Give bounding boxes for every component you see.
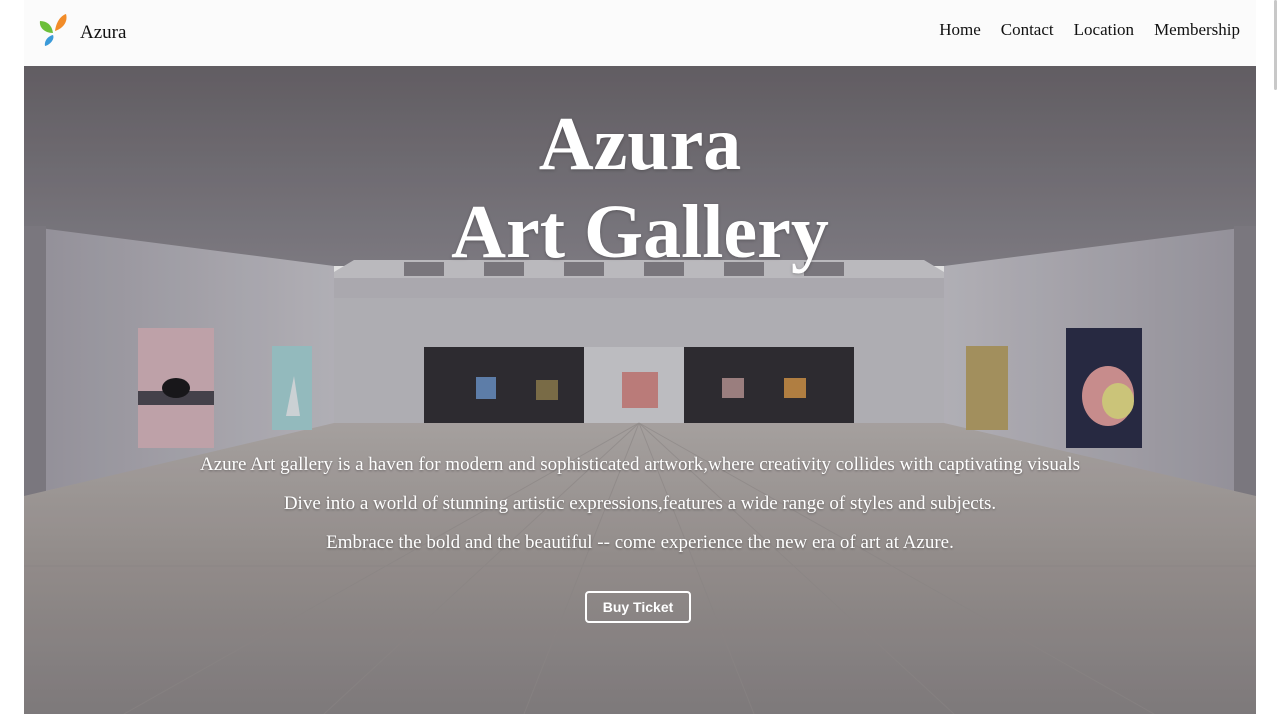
hero-description-1: Azure Art gallery is a haven for modern … (199, 454, 1081, 475)
scrollbar[interactable] (1272, 0, 1280, 720)
buy-ticket-button[interactable]: Buy Ticket (585, 591, 691, 623)
hero-title: Azura Art Gallery (24, 100, 1256, 276)
brand-name: Azura (80, 22, 127, 43)
hero-section: Azura Art Gallery Azure Art gallery is a… (24, 66, 1256, 714)
hero-title-line-2: Art Gallery (451, 190, 829, 274)
hero-description-2: Dive into a world of stunning artistic e… (283, 493, 997, 514)
navbar: Azura Home Contact Location Membership (24, 0, 1256, 66)
nav-menu: Home Contact Location Membership (939, 20, 1240, 40)
brand[interactable]: Azura (38, 13, 126, 47)
hero-description-3: Embrace the bold and the beautiful -- co… (326, 532, 954, 553)
nav-link-location[interactable]: Location (1074, 20, 1134, 40)
scrollbar-thumb[interactable] (1274, 0, 1277, 90)
nav-link-contact[interactable]: Contact (1001, 20, 1054, 40)
nav-link-home[interactable]: Home (939, 20, 981, 40)
hero-title-line-1: Azura (538, 102, 742, 186)
page-frame: Azura Home Contact Location Membership A… (24, 0, 1256, 714)
butterfly-logo-icon (39, 14, 67, 46)
nav-link-membership[interactable]: Membership (1154, 20, 1240, 40)
